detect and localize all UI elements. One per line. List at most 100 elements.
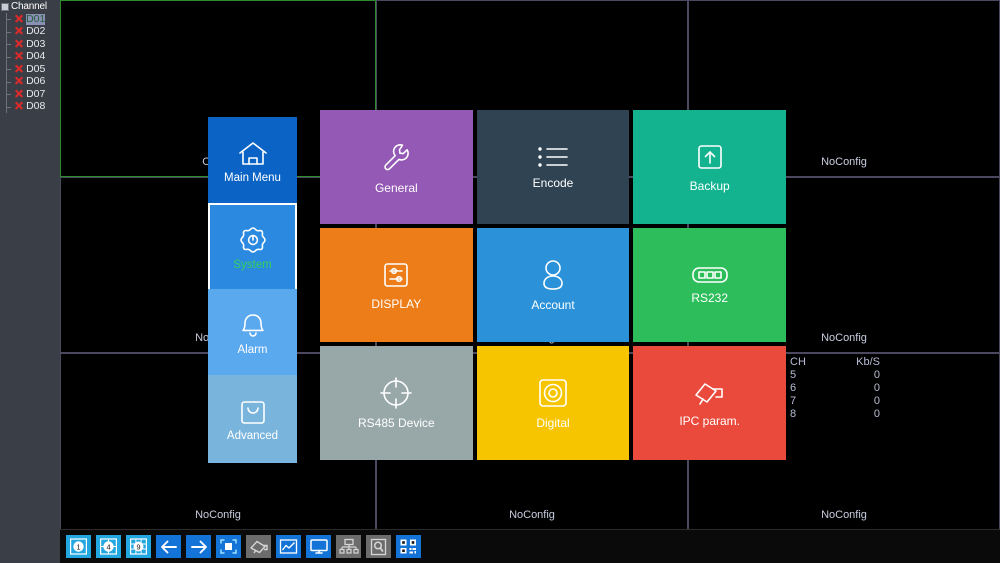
bandwidth-header-channel: CH	[790, 356, 806, 368]
channel-label: D08	[26, 100, 46, 113]
channel-label: D03	[26, 37, 46, 50]
bell-icon	[237, 311, 269, 341]
bandwidth-channel: 8	[790, 408, 797, 420]
view-1-button[interactable]: 1	[66, 535, 91, 558]
tour-button[interactable]	[216, 535, 241, 558]
tile-label: RS485 Device	[357, 416, 435, 430]
menu-tile-system[interactable]: System	[208, 203, 297, 291]
split-1-icon: 1	[69, 538, 88, 555]
previous-button[interactable]	[156, 535, 181, 558]
view-9-button[interactable]: 9	[126, 535, 151, 558]
next-button[interactable]	[186, 535, 211, 558]
tile-account[interactable]: Account	[476, 228, 630, 342]
channel-disconnected-icon: ✕	[14, 74, 25, 89]
tile-encode[interactable]: Encode	[476, 110, 630, 224]
tile-label: Account	[531, 298, 575, 312]
system-menu-grid: General Encode Backup DISPLAY Account RS232 RS…	[320, 110, 786, 460]
user-icon	[539, 258, 567, 292]
connector-icon	[691, 265, 729, 285]
channel-item-d07[interactable]: ✕ D07	[4, 88, 60, 101]
channel-disconnected-icon: ✕	[14, 86, 25, 101]
display-button[interactable]	[306, 535, 331, 558]
tile-ipc-param[interactable]: IPC param.	[633, 346, 786, 460]
tile-rs485-device[interactable]: RS485 Device	[320, 346, 473, 460]
channel-disconnected-icon: ✕	[14, 36, 25, 51]
bandwidth-rate: 0	[873, 395, 880, 407]
camera-icon	[248, 538, 269, 555]
bandwidth-row: 50	[790, 369, 880, 382]
video-pane-status: NoConfig	[195, 509, 241, 521]
channel-label: D07	[26, 87, 46, 100]
tile-label: Encode	[532, 176, 574, 190]
menu-tile-label: Advanced	[226, 429, 279, 442]
channel-disconnected-icon: ✕	[14, 99, 25, 114]
channel-list: ✕ D01 ✕ D02 ✕ D03 ✕ D04 ✕ D05 ✕ D06 ✕ D07 ✕ D08	[0, 13, 60, 113]
channel-item-d02[interactable]: ✕ D02	[4, 24, 60, 39]
bandwidth-rate: 0	[873, 369, 880, 381]
bandwidth-row: 70	[790, 395, 880, 408]
bandwidth-row: 60	[790, 382, 880, 395]
tile-general[interactable]: General	[320, 110, 473, 224]
ptz-button[interactable]	[246, 535, 271, 558]
crosshair-icon	[379, 376, 413, 410]
channel-label: D05	[26, 62, 46, 75]
sliders-icon	[380, 259, 412, 291]
tile-label: RS232	[691, 291, 729, 305]
menu-tile-advanced[interactable]: Advanced	[208, 375, 297, 463]
hdd-search-icon	[370, 538, 387, 556]
bandwidth-channel: 5	[790, 369, 797, 381]
channel-label: D01	[26, 12, 46, 25]
split-9-icon: 9	[129, 538, 148, 555]
channel-label: D06	[26, 75, 46, 88]
tile-display[interactable]: DISPLAY	[320, 228, 473, 342]
channel-item-d01[interactable]: ✕ D01	[4, 13, 60, 26]
arrow-right-icon	[189, 538, 209, 556]
lens-icon	[536, 376, 570, 410]
video-pane-status: NoConfig	[821, 509, 867, 521]
tile-digital[interactable]: Digital	[476, 346, 630, 460]
channel-item-d06[interactable]: ✕ D06	[4, 74, 60, 89]
menu-tile-main-menu[interactable]: Main Menu	[208, 117, 297, 205]
list-icon	[535, 144, 571, 170]
cctv-icon	[691, 378, 729, 408]
wrench-icon	[378, 139, 414, 175]
menu-column: Main Menu System Alarm Advanced	[208, 117, 297, 463]
channel-item-d04[interactable]: ✕ D04	[4, 49, 60, 64]
tile-label: IPC param.	[679, 414, 740, 428]
gear-icon	[237, 224, 269, 256]
bandwidth-panel: CH Kb/S 50607080	[790, 352, 880, 421]
monitor-icon	[309, 538, 329, 555]
network-button[interactable]	[336, 535, 361, 558]
channel-sidebar: Channel ✕ D01 ✕ D02 ✕ D03 ✕ D04 ✕ D05 ✕ D06 ✕ D07 ✕ D08	[0, 0, 60, 563]
split-4-icon: 4	[99, 538, 118, 555]
qrcode-button[interactable]	[396, 535, 421, 558]
svg-text:4: 4	[106, 542, 110, 551]
tile-rs232[interactable]: RS232	[633, 228, 786, 342]
menu-tile-label: Main Menu	[224, 171, 281, 184]
color-setting-button[interactable]	[276, 535, 301, 558]
square-frame-icon	[219, 538, 238, 555]
qrcode-icon	[399, 538, 418, 555]
tile-label: DISPLAY	[371, 297, 422, 311]
window-icon	[1, 2, 9, 11]
channel-disconnected-icon: ✕	[14, 49, 25, 64]
video-pane-status: NoConfig	[509, 509, 555, 521]
channel-item-d08[interactable]: ✕ D08	[4, 99, 60, 114]
tile-label: Backup	[689, 179, 730, 193]
menu-tile-alarm[interactable]: Alarm	[208, 289, 297, 377]
channel-label: D02	[26, 25, 46, 38]
disk-button[interactable]	[366, 535, 391, 558]
view-4-button[interactable]: 4	[96, 535, 121, 558]
taskbar: 1 4 9	[60, 529, 1000, 563]
channel-item-d03[interactable]: ✕ D03	[4, 38, 60, 51]
tile-label: Digital	[536, 416, 570, 430]
arrow-left-icon	[159, 538, 179, 556]
channel-item-d05[interactable]: ✕ D05	[4, 63, 60, 76]
channel-disconnected-icon: ✕	[14, 24, 25, 39]
upload-box-icon	[694, 141, 726, 173]
nvr-live-view-screen: OfflineNoConfigNoConfigNoConfigNoConfigN…	[0, 0, 1000, 563]
tile-backup[interactable]: Backup	[633, 110, 786, 224]
network-icon	[338, 538, 359, 555]
channel-disconnected-icon: ✕	[14, 61, 25, 76]
bandwidth-rate: 0	[873, 382, 880, 394]
